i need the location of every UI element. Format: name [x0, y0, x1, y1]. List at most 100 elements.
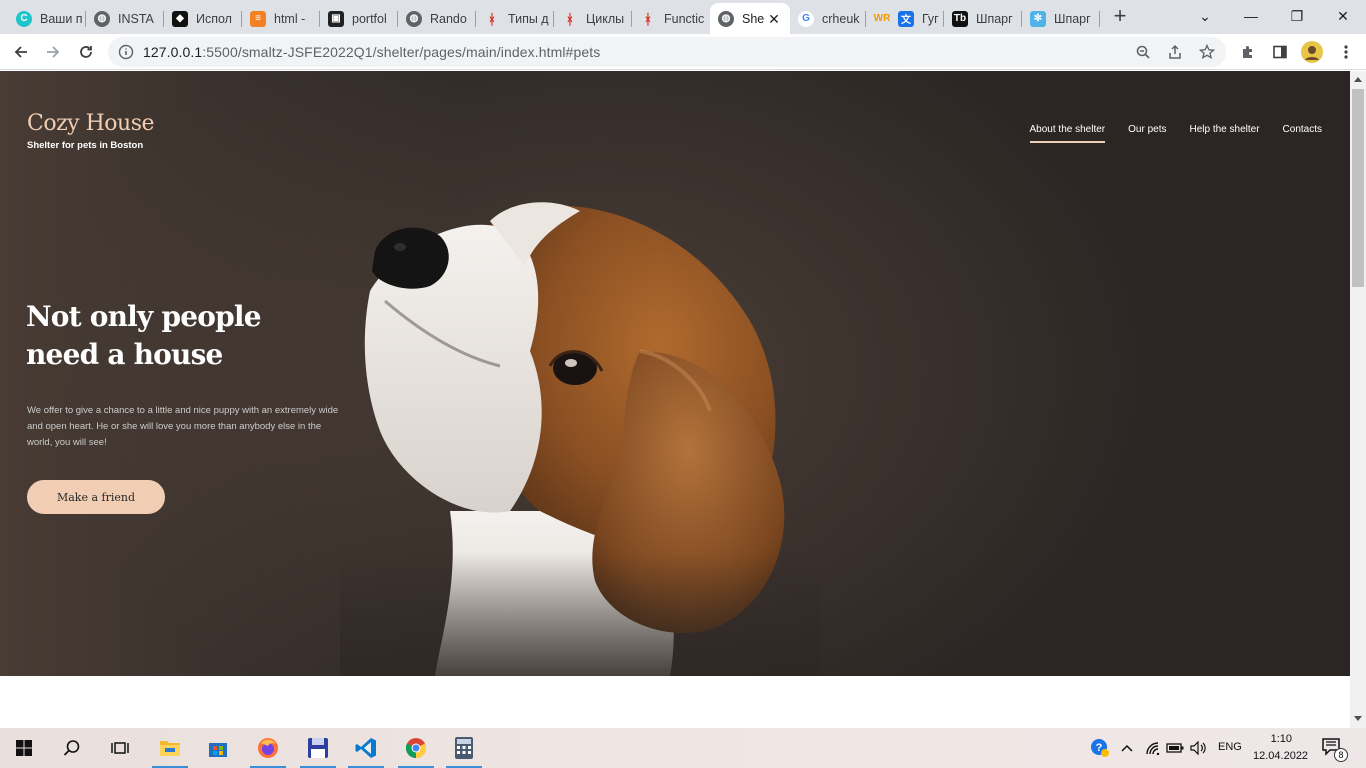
nav-about-shelter[interactable]: About the shelter: [1029, 124, 1106, 143]
menu-button[interactable]: [1336, 40, 1356, 64]
browser-tab[interactable]: ◍ INSTA: [86, 3, 164, 34]
back-arrow-icon: [14, 46, 27, 58]
clock-time[interactable]: 1:10: [1270, 733, 1292, 745]
address-bar[interactable]: 127.0.0.1:5500/smaltz-JSFE2022Q1/shelter…: [108, 37, 1226, 67]
tab-title: Циклы: [586, 11, 625, 26]
tab-title: She: [742, 11, 765, 26]
browser-tab[interactable]: ◆ Испол: [164, 3, 242, 34]
floppy-icon: [308, 738, 328, 758]
codepen-icon: ◆: [172, 10, 188, 27]
browser-tab[interactable]: ≡ html -: [242, 3, 320, 34]
browser-tab[interactable]: ▣ portfol: [320, 3, 398, 34]
wifi-icon: [1146, 742, 1160, 755]
save-app-icon[interactable]: [298, 732, 338, 768]
nav-contacts[interactable]: Contacts: [1283, 124, 1322, 143]
browser-tab[interactable]: ◍ Rando: [398, 3, 476, 34]
browser-tab[interactable]: G crheuk: [790, 3, 866, 34]
scrollbar-thumb[interactable]: [1352, 89, 1364, 287]
nav-our-pets[interactable]: Our pets: [1128, 124, 1166, 143]
tab-title: Functic: [664, 11, 705, 26]
logo-tagline: Shelter for pets in Boston: [27, 140, 144, 151]
kebab-menu-icon: [1344, 45, 1348, 59]
browser-tab-strip: C Ваши п ◍ INSTA ◆ Испол ≡ html - ▣ port…: [0, 0, 1366, 34]
windows-logo-icon: [16, 740, 32, 756]
chrome-logo-icon: [405, 738, 427, 759]
close-tab-icon[interactable]: ✕: [766, 11, 782, 27]
browser-tab[interactable]: ᚼ Циклы: [554, 3, 632, 34]
hero-description: We offer to give a chance to a little an…: [27, 405, 339, 448]
clock-date[interactable]: 12.04.2022: [1253, 750, 1308, 762]
hero-headline: Not only people need a house: [26, 298, 262, 374]
extensions-button[interactable]: [1236, 40, 1260, 64]
avatar-icon: [1301, 41, 1323, 63]
tab-title: Испол: [196, 11, 232, 26]
calculator-icon[interactable]: [444, 732, 484, 768]
minimize-button[interactable]: —: [1228, 4, 1274, 28]
globe-icon: ◍: [94, 10, 110, 27]
tab-title: Шпарг: [1054, 11, 1091, 26]
profile-avatar[interactable]: [1300, 40, 1324, 64]
chevron-up-icon: [1121, 744, 1133, 752]
help-tray-icon[interactable]: ?: [1088, 732, 1112, 764]
volume-icon[interactable]: [1188, 732, 1210, 764]
tab-title: portfol: [352, 11, 387, 26]
firefox-logo-icon: [258, 738, 278, 758]
browser-tab[interactable]: WR 文 Гуг: [866, 3, 944, 34]
browser-tab-active[interactable]: ◍ She ✕: [710, 3, 790, 34]
browser-tab[interactable]: ✻ Шпарг: [1022, 3, 1100, 34]
tab-title: Rando: [430, 11, 467, 26]
notifications-button[interactable]: 8: [1316, 732, 1350, 764]
make-a-friend-button[interactable]: Make a friend: [27, 480, 165, 514]
info-icon[interactable]: [118, 44, 134, 60]
logo[interactable]: Cozy House: [27, 111, 155, 136]
store-icon[interactable]: [198, 732, 238, 764]
side-panel-button[interactable]: [1268, 40, 1292, 64]
speaker-icon: [1190, 741, 1206, 755]
chrome-icon[interactable]: [396, 732, 436, 768]
js-tutorial-icon: ᚼ: [565, 10, 575, 27]
zoom-icon[interactable]: [1135, 44, 1151, 60]
headline-line-2: need a house: [26, 338, 223, 371]
new-tab-button[interactable]: +: [1108, 5, 1132, 29]
nav-help-shelter[interactable]: Help the shelter: [1189, 124, 1259, 143]
network-icon[interactable]: [1142, 732, 1164, 764]
notification-count-badge: 8: [1334, 748, 1348, 762]
show-hidden-icons-icon[interactable]: [1116, 732, 1138, 764]
bookmark-star-icon[interactable]: [1199, 44, 1215, 60]
tab-search-icon[interactable]: ⌄: [1182, 4, 1228, 28]
windows-start-icon[interactable]: [4, 732, 44, 764]
task-view-icon[interactable]: [100, 732, 140, 764]
globe-icon: ◍: [718, 10, 734, 27]
scroll-down-icon[interactable]: [1354, 716, 1362, 721]
browser-tab[interactable]: C Ваши п: [8, 3, 86, 34]
browser-toolbar: 127.0.0.1:5500/smaltz-JSFE2022Q1/shelter…: [0, 34, 1366, 70]
restore-button[interactable]: ❐: [1274, 4, 1320, 28]
file-explorer-icon[interactable]: [150, 732, 190, 768]
tab-title: html -: [274, 11, 306, 26]
reload-button[interactable]: [74, 40, 98, 64]
page-scrollbar[interactable]: [1350, 71, 1366, 728]
browser-tab[interactable]: Tb Шпарг: [944, 3, 1022, 34]
forward-button[interactable]: [41, 40, 65, 64]
scroll-up-icon[interactable]: [1354, 77, 1362, 82]
search-icon[interactable]: [52, 732, 92, 764]
browser-tab[interactable]: ᚼ Functic: [632, 3, 710, 34]
firefox-icon[interactable]: [248, 732, 288, 768]
task-view-glyph: [111, 742, 129, 754]
magnifier-icon: [63, 740, 80, 756]
close-window-button[interactable]: ✕: [1320, 4, 1366, 28]
battery-icon[interactable]: [1164, 732, 1186, 764]
vscode-icon[interactable]: [346, 732, 386, 768]
globe-icon: ◍: [406, 10, 422, 27]
url-path: :5500/smaltz-JSFE2022Q1/shelter/pages/ma…: [202, 44, 601, 60]
share-icon[interactable]: [1167, 44, 1183, 60]
browser-tab[interactable]: ᚼ Типы д: [476, 3, 554, 34]
wr-icon: WR: [873, 13, 891, 24]
side-panel-icon: [1273, 45, 1287, 59]
question-icon: ?: [1091, 739, 1109, 757]
translate-icon: 文: [898, 10, 914, 27]
back-button[interactable]: [9, 40, 33, 64]
language-indicator[interactable]: ENG: [1218, 741, 1242, 753]
tab-title: Шпарг: [976, 11, 1013, 26]
store-bag-icon: [209, 743, 227, 757]
